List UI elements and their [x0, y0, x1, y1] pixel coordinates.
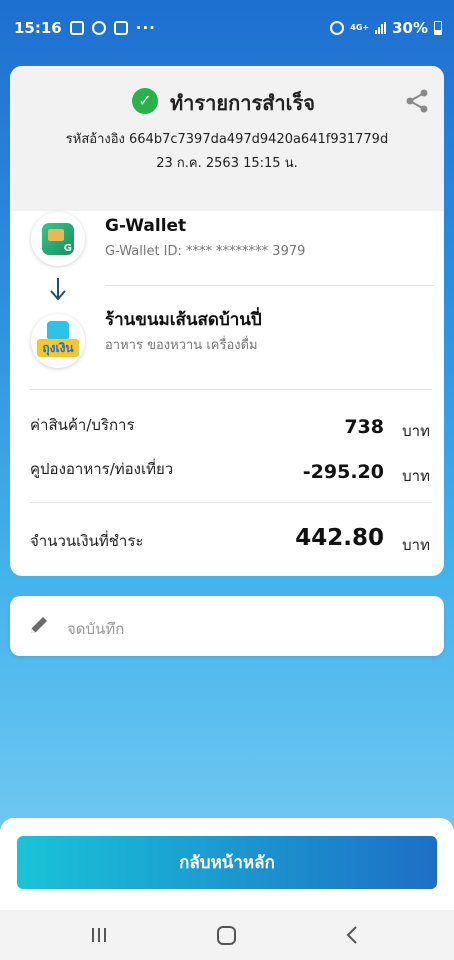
- note-input[interactable]: จดบันทึก: [10, 596, 444, 656]
- battery-icon: [434, 21, 442, 35]
- total-label: จำนวนเงินที่ชำระ: [30, 532, 144, 550]
- g-wallet-app-icon: G: [42, 223, 74, 255]
- share-icon[interactable]: [404, 88, 430, 114]
- line-icon: [91, 21, 106, 35]
- divider: [105, 285, 434, 286]
- divider: [30, 389, 432, 390]
- transaction-datetime: 23 ก.ค. 2563 15:15 น.: [156, 156, 298, 171]
- g-wallet-logo-icon: G: [31, 212, 85, 266]
- status-left: 15:16 ···: [14, 19, 156, 37]
- note-placeholder: จดบันทึก: [67, 620, 125, 638]
- shop-logo-icon: ถุงเงิน: [31, 314, 85, 368]
- currency-unit: บาท: [402, 467, 430, 485]
- goods-services-label: ค่าสินค้า/บริการ: [30, 416, 135, 434]
- currency-unit: บาท: [402, 536, 430, 554]
- g-wallet-letter: G: [63, 243, 72, 254]
- payer-name: G-Wallet: [105, 216, 187, 236]
- status-right: 4G+ 30%: [330, 19, 442, 37]
- back-icon[interactable]: [345, 925, 359, 945]
- status-time: 15:16: [14, 19, 62, 37]
- signal-icon: [375, 22, 387, 34]
- coupon-label: คูปองอาหาร/ท่องเที่ยว: [30, 460, 174, 478]
- bottom-panel: กลับหน้าหลัก: [0, 818, 454, 910]
- back-to-home-button[interactable]: กลับหน้าหลัก: [17, 836, 437, 889]
- reference-id: รหัสอ้างอิง 664b7c7397da497d9420a641f931…: [65, 132, 389, 147]
- goods-services-amount: 738: [344, 416, 384, 438]
- currency-unit: บาท: [402, 422, 430, 440]
- battery-percent: 30%: [392, 19, 428, 37]
- pencil-icon: [31, 617, 47, 633]
- total-amount: 442.80: [295, 525, 384, 551]
- wallet-sheet-icon: [48, 229, 64, 241]
- network-type: 4G+: [350, 23, 370, 32]
- merchant-name: ร้านขนมเส้นสดบ้านปี่: [105, 310, 262, 330]
- alarm-icon: [330, 21, 345, 35]
- receipt-title: ทำรายการสำเร็จ: [170, 91, 315, 115]
- success-check-icon: ✓: [132, 88, 158, 114]
- tung-ngern-text: ถุงเงิน: [37, 339, 79, 357]
- bag-icon: [47, 321, 69, 339]
- merchant-category: อาหาร ของหวาน เครื่องดื่ม: [105, 338, 258, 353]
- navigation-bar: [0, 910, 454, 960]
- recent-apps-icon[interactable]: [90, 926, 108, 944]
- payer-wallet-id: G-Wallet ID: **** ******** 3979: [105, 244, 306, 259]
- instagram-icon: [69, 21, 84, 35]
- home-icon[interactable]: [217, 926, 236, 945]
- more-icon: ···: [135, 19, 156, 37]
- status-bar: 15:16 ··· 4G+ 30%: [0, 0, 454, 58]
- arrow-down-icon: [50, 278, 66, 301]
- divider: [30, 502, 432, 503]
- gmail-icon: [113, 21, 128, 35]
- tung-ngern-logo: ถุงเงิน: [37, 321, 79, 361]
- coupon-amount: -295.20: [302, 461, 384, 483]
- receipt-card: ✓ ทำรายการสำเร็จ รหัสอ้างอิง 664b7c7397d…: [10, 66, 444, 576]
- receipt-header: ✓ ทำรายการสำเร็จ รหัสอ้างอิง 664b7c7397d…: [10, 66, 444, 211]
